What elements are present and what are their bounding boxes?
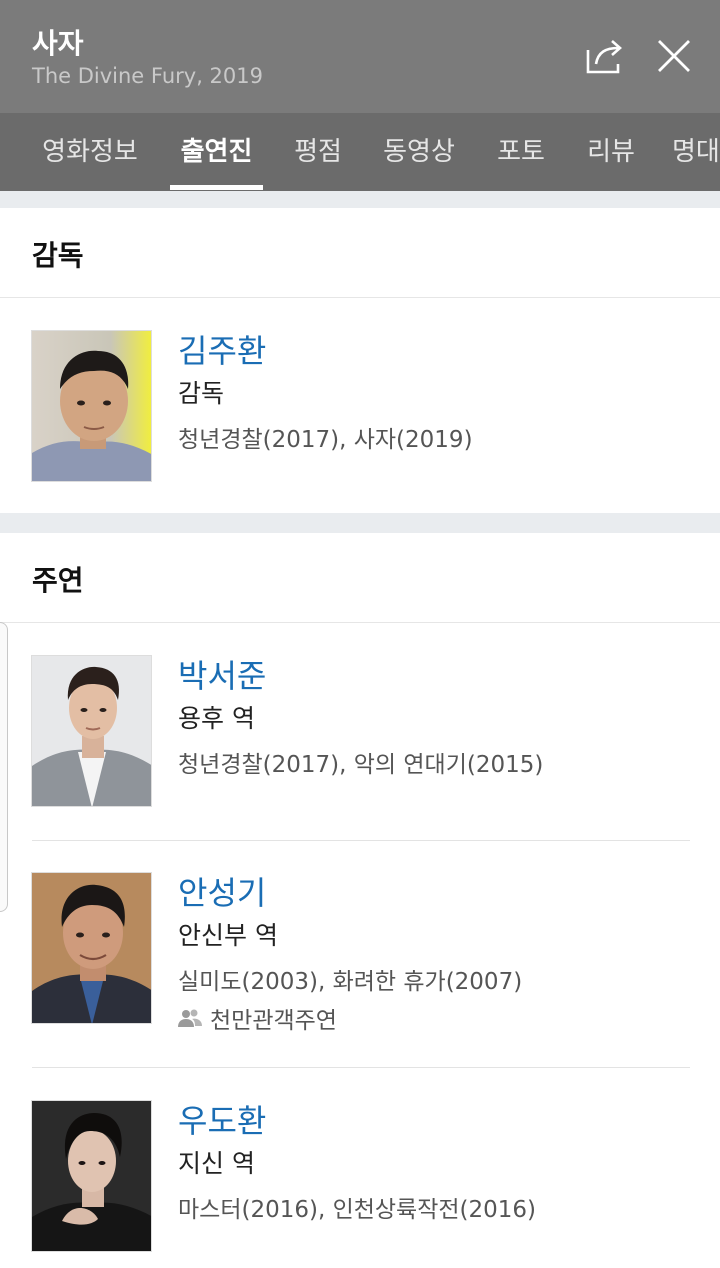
tab-bar: 영화정보 출연진 평점 동영상 포토 리뷰 명대 [0, 113, 720, 191]
tab-review[interactable]: 리뷰 [583, 113, 639, 191]
person-name-link[interactable]: 우도환 [178, 1096, 266, 1142]
section-gap [0, 191, 720, 208]
app-header: 사자 The Divine Fury, 2019 [0, 0, 720, 113]
person-role: 용후 역 [178, 704, 255, 733]
share-button[interactable] [580, 30, 632, 82]
person-role: 감독 [178, 379, 225, 408]
list-item[interactable]: 안성기 안신부 역 실미도(2003), 화려한 휴가(2007) 천만관객주연 [0, 841, 720, 1067]
close-button[interactable] [648, 30, 700, 82]
person-name-link[interactable]: 안성기 [178, 868, 266, 914]
person-role: 안신부 역 [178, 921, 278, 950]
person-role: 지신 역 [178, 1149, 255, 1178]
list-item[interactable]: 우도환 지신 역 마스터(2016), 인천상륙작전(2016) [0, 1068, 720, 1268]
list-item[interactable]: 김주환 감독 청년경찰(2017), 사자(2019) [0, 298, 720, 513]
director-section-title: 감독 [32, 239, 84, 272]
person-works: 실미도(2003), 화려한 휴가(2007) [178, 969, 523, 995]
person-works: 청년경찰(2017), 악의 연대기(2015) [178, 752, 544, 778]
cast-section-header: 주연 [0, 533, 720, 623]
person-name-link[interactable]: 김주환 [178, 326, 266, 372]
person-name-link[interactable]: 박서준 [178, 651, 266, 697]
edge-panel-handle[interactable] [0, 622, 8, 912]
tab-movie-info[interactable]: 영화정보 [38, 113, 142, 191]
director-section-header: 감독 [0, 208, 720, 298]
actor-photo [31, 1100, 152, 1252]
tab-video[interactable]: 동영상 [378, 113, 460, 191]
tab-quotes[interactable]: 명대 [672, 113, 720, 191]
section-gap [0, 513, 720, 533]
person-works: 마스터(2016), 인천상륙작전(2016) [178, 1197, 537, 1223]
audience-badge: 천만관객주연 [178, 1001, 337, 1035]
page-subtitle: The Divine Fury, 2019 [32, 64, 263, 88]
tab-photo[interactable]: 포토 [493, 113, 549, 191]
director-photo [31, 330, 152, 482]
tab-rating[interactable]: 평점 [290, 113, 346, 191]
actor-photo [31, 872, 152, 1024]
cast-section-title: 주연 [32, 564, 84, 597]
tab-cast[interactable]: 출연진 [170, 113, 263, 191]
badge-label: 천만관객주연 [210, 1008, 337, 1034]
person-works: 청년경찰(2017), 사자(2019) [178, 427, 473, 453]
share-icon [586, 40, 622, 74]
close-icon [658, 40, 690, 72]
actor-photo [31, 655, 152, 807]
list-item[interactable]: 박서준 용후 역 청년경찰(2017), 악의 연대기(2015) [0, 623, 720, 840]
active-tab-indicator [170, 185, 263, 190]
people-icon [178, 1009, 202, 1027]
page-title: 사자 [32, 27, 84, 60]
